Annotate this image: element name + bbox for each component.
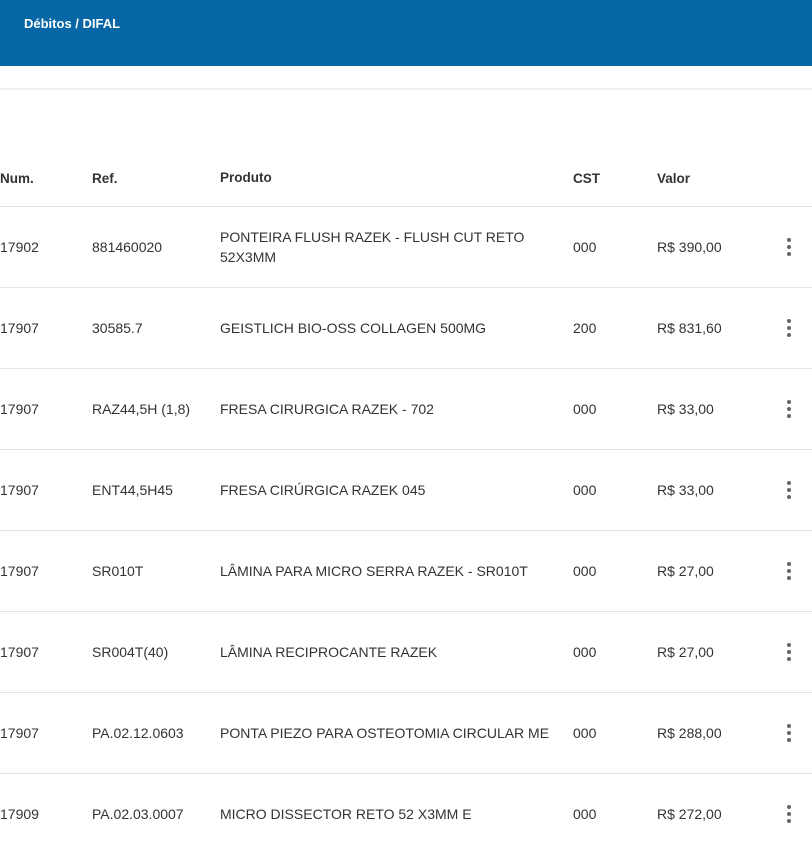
menu-dot (787, 643, 791, 647)
table-row[interactable]: 17907 PA.02.12.0603 PONTA PIEZO PARA OSTEO… (0, 693, 812, 774)
row-more-options-icon[interactable] (778, 560, 800, 582)
column-header-cst[interactable]: CST (573, 150, 643, 206)
row-cst: 000 (573, 806, 597, 822)
row-ref: SR004T(40) (92, 644, 169, 660)
row-more-options-icon[interactable] (778, 722, 800, 744)
row-num: 17902 (0, 239, 39, 255)
row-cst: 000 (573, 563, 597, 579)
row-ref: ENT44,5H45 (92, 482, 173, 498)
page-title: Débitos / DIFAL (24, 16, 121, 31)
column-header-num[interactable]: Num. (0, 150, 85, 206)
row-produto: PONTEIRA FLUSH RAZEK - FLUSH CUT RETO 52… (220, 229, 525, 265)
menu-dot (787, 488, 791, 492)
row-cst: 200 (573, 320, 597, 336)
column-header-valor[interactable]: Valor (657, 150, 767, 206)
table-header-row: Num. Ref. Produto CST Valor (0, 150, 812, 207)
menu-dot (787, 495, 791, 499)
card-top-edge (0, 88, 812, 91)
row-num: 17907 (0, 725, 39, 741)
row-produto: LÂMINA PARA MICRO SERRA RAZEK - SR010T (220, 563, 528, 579)
row-cst: 000 (573, 239, 597, 255)
row-valor: R$ 831,60 (657, 320, 722, 336)
row-num: 17909 (0, 806, 39, 822)
menu-dot (787, 576, 791, 580)
row-more-options-icon[interactable] (778, 236, 800, 258)
table-row[interactable]: 17902 881460020 PONTEIRA FLUSH RAZEK - FLU… (0, 207, 812, 288)
row-valor: R$ 33,00 (657, 482, 714, 498)
menu-dot (787, 414, 791, 418)
row-num: 17907 (0, 401, 39, 417)
row-more-options-icon[interactable] (778, 398, 800, 420)
row-produto: FRESA CIRÚRGICA RAZEK 045 (220, 482, 426, 498)
table-row[interactable]: 17907 SR010T LÂMINA PARA MICRO SERRA RAZEK… (0, 531, 812, 612)
row-produto: FRESA CIRURGICA RAZEK - 702 (220, 401, 434, 417)
row-valor: R$ 390,00 (657, 239, 722, 255)
menu-dot (787, 562, 791, 566)
menu-dot (787, 252, 791, 256)
menu-dot (787, 245, 791, 249)
row-num: 17907 (0, 644, 39, 660)
row-ref: PA.02.03.0007 (92, 806, 184, 822)
row-ref: PA.02.12.0603 (92, 725, 184, 741)
menu-dot (787, 657, 791, 661)
row-produto: LÂMINA RECIPROCANTE RAZEK (220, 644, 438, 660)
row-ref: SR010T (92, 563, 144, 579)
row-valor: R$ 27,00 (657, 563, 714, 579)
menu-dot (787, 812, 791, 816)
row-valor: R$ 272,00 (657, 806, 722, 822)
menu-dot (787, 481, 791, 485)
row-num: 17907 (0, 320, 39, 336)
row-more-options-icon[interactable] (778, 803, 800, 825)
row-more-options-icon[interactable] (778, 641, 800, 663)
menu-dot (787, 407, 791, 411)
table-row[interactable]: 17907 30585.7 GEISTLICH BIO-OSS COLLAGEN 5… (0, 288, 812, 369)
row-cst: 000 (573, 725, 597, 741)
table-row[interactable]: 17907 RAZ44,5H (1,8) FRESA CIRURGICA RAZEK… (0, 369, 812, 450)
row-ref: 881460020 (92, 239, 163, 255)
column-header-ref[interactable]: Ref. (92, 150, 212, 206)
table-row[interactable]: 17907 SR004T(40) LÂMINA RECIPROCANTE RAZEK… (0, 612, 812, 693)
row-ref: 30585.7 (92, 320, 143, 336)
row-valor: R$ 288,00 (657, 725, 722, 741)
menu-dot (787, 724, 791, 728)
table-row[interactable]: 17909 PA.02.03.0007 MICRO DISSECTOR RETO 5… (0, 774, 812, 852)
table-body: 17902 881460020 PONTEIRA FLUSH RAZEK - FLU… (0, 207, 812, 852)
row-cst: 000 (573, 482, 597, 498)
row-produto: MICRO DISSECTOR RETO 52 X3MM E (220, 806, 472, 822)
debitos-table: Num. Ref. Produto CST Valor 17902 8814600… (0, 150, 812, 852)
row-valor: R$ 33,00 (657, 401, 714, 417)
menu-dot (787, 569, 791, 573)
menu-dot (787, 333, 791, 337)
row-produto: PONTA PIEZO PARA OSTEOTOMIA CIRCULAR ME (220, 725, 550, 741)
row-produto: GEISTLICH BIO-OSS COLLAGEN 500MG (220, 320, 487, 336)
menu-dot (787, 400, 791, 404)
menu-dot (787, 819, 791, 823)
menu-dot (787, 319, 791, 323)
row-num: 17907 (0, 482, 39, 498)
row-more-options-icon[interactable] (778, 479, 800, 501)
row-ref: RAZ44,5H (1,8) (92, 401, 191, 417)
row-cst: 000 (573, 401, 597, 417)
menu-dot (787, 326, 791, 330)
row-cst: 000 (573, 644, 597, 660)
menu-dot (787, 650, 791, 654)
table-row[interactable]: 17907 ENT44,5H45 FRESA CIRÚRGICA RAZEK 045… (0, 450, 812, 531)
menu-dot (787, 738, 791, 742)
row-more-options-icon[interactable] (778, 317, 800, 339)
menu-dot (787, 805, 791, 809)
column-header-produto[interactable]: Produto (220, 150, 550, 206)
menu-dot (787, 731, 791, 735)
row-valor: R$ 27,00 (657, 644, 714, 660)
app-header: Débitos / DIFAL (0, 0, 812, 66)
row-num: 17907 (0, 563, 39, 579)
menu-dot (787, 238, 791, 242)
